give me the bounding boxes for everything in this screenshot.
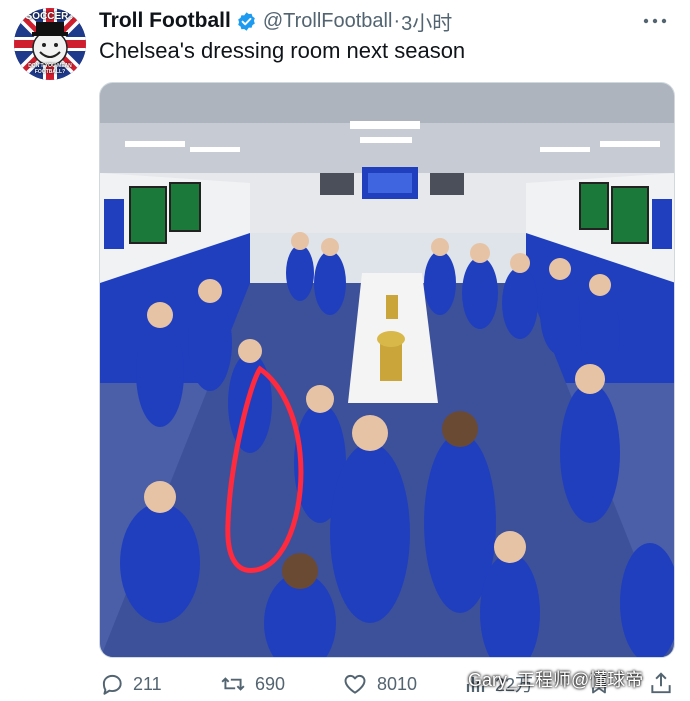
reply-count: 211: [133, 673, 162, 694]
watermark-text: Gary_工程师@懂球帝: [468, 670, 644, 690]
share-button[interactable]: [648, 670, 674, 701]
retweet-icon: [221, 677, 245, 691]
avatar-text-bottom: DON'T YOU MEAN FOOTBALL?: [28, 63, 72, 75]
share-icon: [651, 672, 671, 694]
retweet-count: 690: [255, 673, 286, 694]
avatar-text-top: SOCCER?: [25, 11, 75, 22]
reply-button[interactable]: 211: [99, 668, 162, 700]
heart-icon: [344, 674, 366, 694]
author-avatar[interactable]: SOCCER? DON'T YOU MEAN FOOTBALL?: [14, 8, 86, 80]
tweet-photo[interactable]: [99, 82, 675, 658]
reply-icon: [102, 674, 122, 695]
author-handle[interactable]: @TrollFootball: [263, 10, 393, 33]
like-count: 8010: [377, 673, 418, 694]
tweet-text: Chelsea's dressing room next season: [99, 38, 466, 63]
like-button[interactable]: 8010: [341, 668, 417, 700]
verified-badge-icon: [238, 11, 255, 31]
post-time[interactable]: 3小时: [401, 7, 452, 36]
author-name[interactable]: Troll Football: [99, 9, 231, 33]
more-dots-icon[interactable]: [640, 8, 670, 34]
retweet-button[interactable]: 690: [219, 668, 285, 700]
tweet-header: Troll Football @TrollFootball · 3小时: [99, 7, 670, 36]
separator-dot: ·: [393, 9, 401, 32]
